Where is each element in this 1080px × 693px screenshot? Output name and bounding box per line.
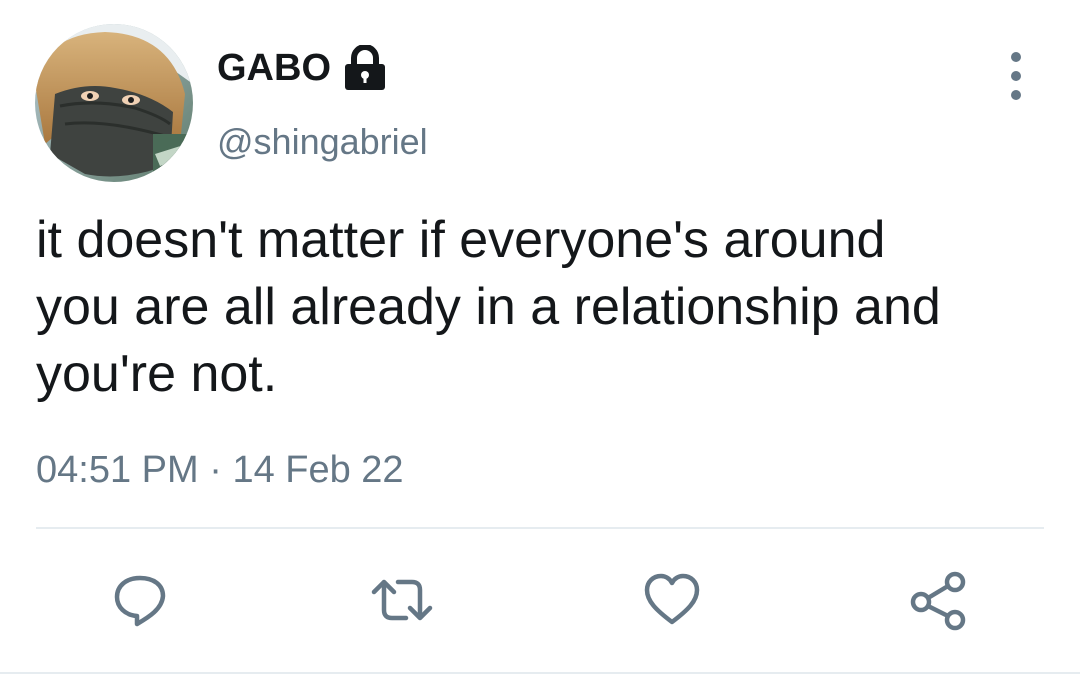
tweet-date: 14 Feb 22 <box>232 449 404 491</box>
more-dot-icon <box>1011 52 1021 62</box>
heart-icon <box>644 573 700 625</box>
share-icon <box>910 571 966 631</box>
divider <box>36 527 1044 529</box>
reply-icon <box>114 575 166 627</box>
like-button[interactable] <box>640 568 704 632</box>
user-handle[interactable]: @shingabriel <box>217 118 428 166</box>
display-name[interactable]: GABO <box>217 44 331 92</box>
user-name-row: GABO <box>217 44 387 92</box>
retweet-button[interactable] <box>370 568 434 632</box>
tweet-text: it doesn't matter if everyone's around y… <box>36 211 941 403</box>
more-dot-icon <box>1011 71 1021 81</box>
tweet-timestamp[interactable]: 04:51 PM · 14 Feb 22 <box>36 446 404 494</box>
retweet-icon <box>371 579 433 621</box>
tweet-time: 04:51 PM <box>36 449 199 491</box>
reply-button[interactable] <box>108 568 172 632</box>
lock-icon <box>343 44 387 91</box>
bottom-divider <box>0 672 1080 674</box>
avatar[interactable] <box>35 24 193 182</box>
share-button[interactable] <box>907 568 971 632</box>
more-options-button[interactable] <box>996 52 1036 100</box>
timestamp-separator: · <box>209 449 222 491</box>
avatar-photo <box>35 24 193 182</box>
more-dot-icon <box>1011 90 1021 100</box>
